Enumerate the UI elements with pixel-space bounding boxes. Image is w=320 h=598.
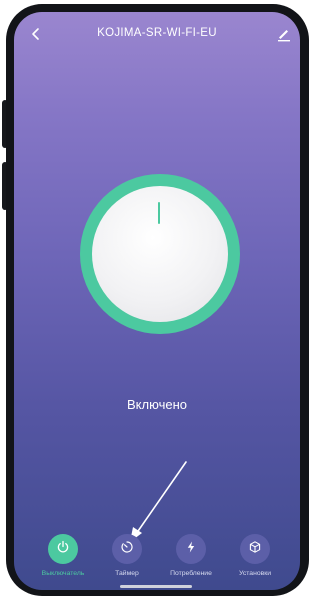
chevron-left-icon[interactable]: [28, 26, 44, 42]
nav-label-switch: Выключатель: [41, 570, 85, 577]
header: KOJIMA-SR-WI-FI-EU: [14, 12, 300, 56]
power-knob-ring[interactable]: [80, 174, 240, 334]
app-screen: KOJIMA-SR-WI-FI-EU Включено Выключатель …: [14, 12, 300, 590]
cube-icon: [248, 540, 262, 559]
timer-icon: [120, 540, 134, 559]
nav-button-switch[interactable]: [48, 534, 78, 564]
annotation-arrow: [130, 461, 187, 542]
nav-item-switch[interactable]: Выключатель: [30, 534, 96, 577]
nav-button-consumption[interactable]: [176, 534, 206, 564]
nav-item-timer[interactable]: Таймер: [94, 534, 160, 577]
nav-button-settings[interactable]: [240, 534, 270, 564]
page-title: KOJIMA-SR-WI-FI-EU: [97, 27, 217, 39]
bottom-nav: Выключатель Таймер Потребление Установки: [14, 534, 300, 590]
nav-label-timer: Таймер: [115, 570, 139, 577]
home-indicator: [120, 585, 192, 588]
nav-item-consumption[interactable]: Потребление: [158, 534, 224, 577]
lightning-icon: [184, 540, 198, 559]
nav-button-timer[interactable]: [112, 534, 142, 564]
knob-indicator: [158, 202, 160, 224]
nav-label-consumption: Потребление: [170, 570, 212, 577]
status-text: Включено: [127, 397, 187, 412]
power-knob[interactable]: [92, 186, 228, 322]
pencil-icon[interactable]: [276, 26, 292, 42]
nav-label-settings: Установки: [239, 570, 271, 577]
nav-item-settings[interactable]: Установки: [222, 534, 288, 577]
power-icon: [56, 540, 70, 559]
